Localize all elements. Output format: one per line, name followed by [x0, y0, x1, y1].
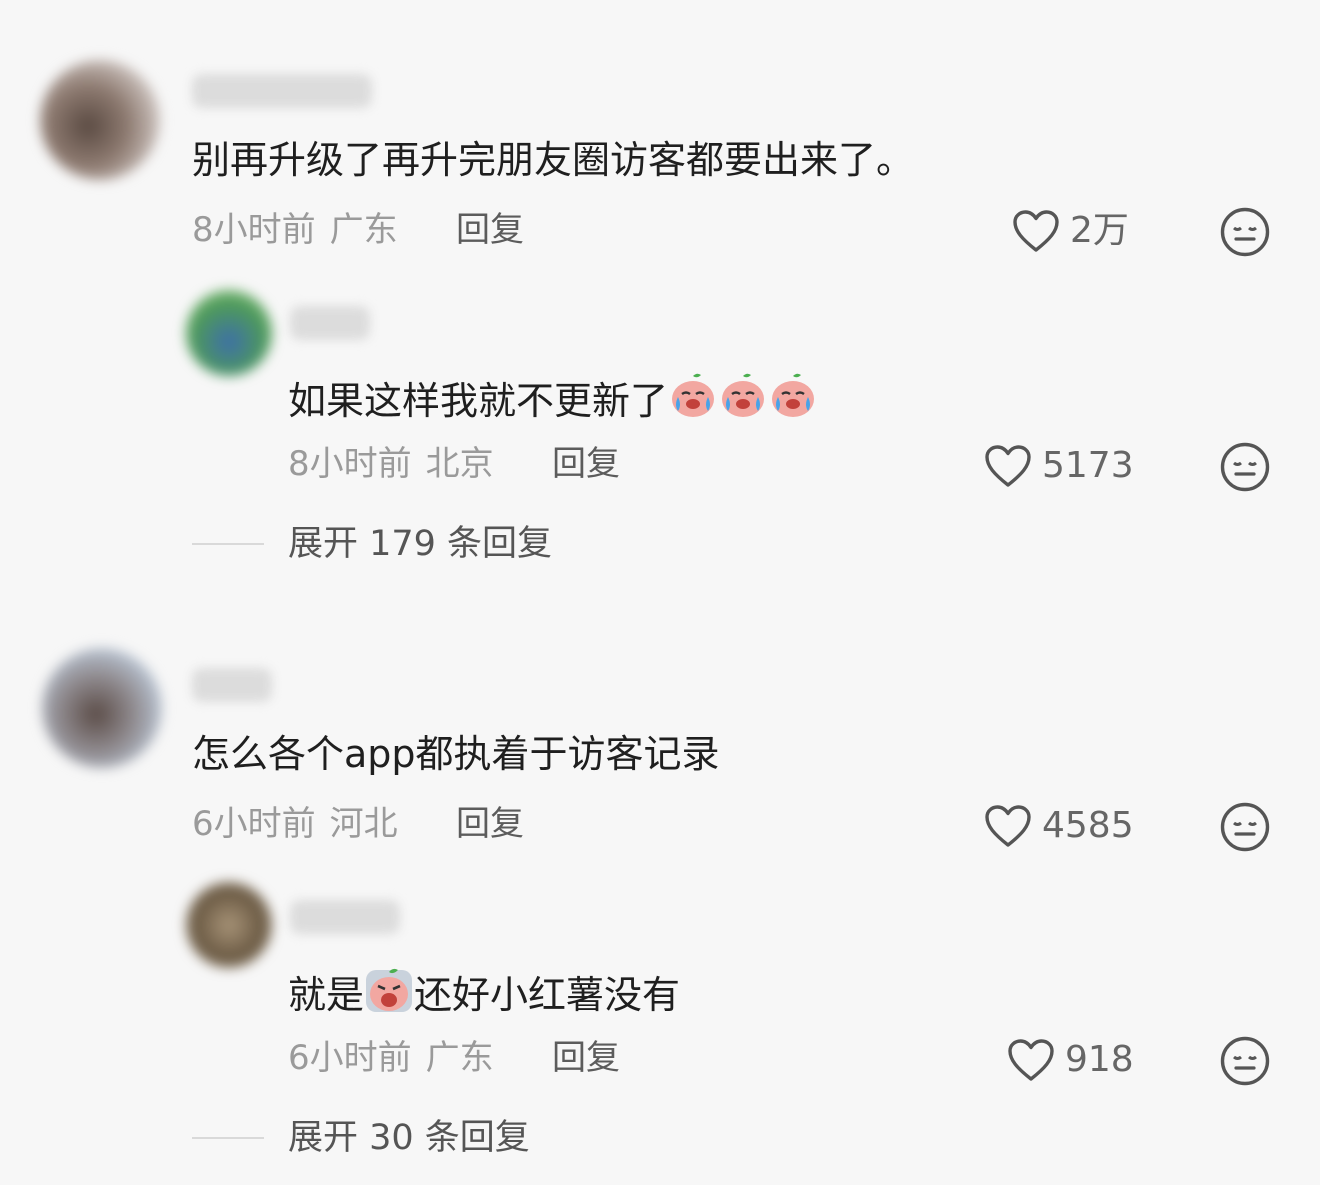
- username[interactable]: [192, 668, 272, 702]
- reply-text: 如果这样我就不更新了: [288, 370, 818, 425]
- comment-text: 怎么各个app都执着于访客记录: [192, 732, 720, 776]
- reply-text-after: 还好小红薯没有: [414, 973, 681, 1017]
- divider-line: [192, 1137, 264, 1139]
- reply-text-content: 如果这样我就不更新了: [288, 379, 669, 423]
- like-button[interactable]: 918: [1007, 1035, 1134, 1085]
- reply-meta: 8小时前 北京: [288, 444, 494, 484]
- reply-button[interactable]: 回复: [552, 444, 620, 484]
- reply-avatar[interactable]: [186, 290, 272, 376]
- heart-outline-icon: [1008, 1039, 1054, 1081]
- crying-potato-emoji: [722, 373, 765, 417]
- like-count: 4585: [1042, 805, 1134, 846]
- comment-location: 广东: [329, 210, 398, 250]
- avatar[interactable]: [40, 60, 160, 180]
- comment-meta: 8小时前 广东: [192, 210, 398, 250]
- crying-potato-emoji: [772, 373, 815, 417]
- like-count: 2万: [1070, 210, 1129, 251]
- reply-time: 8小时前: [288, 444, 412, 484]
- like-button[interactable]: 5173: [984, 441, 1134, 491]
- reply-location: 北京: [425, 444, 494, 484]
- comment-text: 别再升级了再升完朋友圈访客都要出来了。: [192, 138, 915, 182]
- username[interactable]: [192, 74, 372, 108]
- comment-time: 6小时前: [192, 804, 316, 844]
- reply-button[interactable]: 回复: [456, 804, 524, 844]
- expand-replies[interactable]: 展开 179 条回复: [192, 522, 552, 566]
- neutral-face-icon[interactable]: [1219, 441, 1271, 493]
- reply-button[interactable]: 回复: [456, 210, 524, 250]
- reply-location: 广东: [425, 1038, 494, 1078]
- reply-username[interactable]: [290, 900, 400, 934]
- expand-replies[interactable]: 展开 30 条回复: [192, 1116, 530, 1160]
- reply-time: 6小时前: [288, 1038, 412, 1078]
- wailing-potato-emoji: [366, 968, 413, 1012]
- avatar[interactable]: [42, 648, 162, 768]
- reply-text: 就是 还好小红薯没有: [288, 964, 680, 1019]
- neutral-face-icon[interactable]: [1219, 206, 1271, 258]
- reply-text-before: 就是: [288, 973, 365, 1017]
- like-count: 918: [1065, 1039, 1134, 1080]
- heart-outline-icon: [1013, 210, 1059, 252]
- neutral-face-icon[interactable]: [1219, 801, 1271, 853]
- comment-meta: 6小时前 河北: [192, 804, 398, 844]
- like-button[interactable]: 2万: [1012, 206, 1129, 256]
- reply-username[interactable]: [290, 306, 370, 340]
- expand-replies-label: 展开 179 条回复: [288, 524, 553, 564]
- divider-line: [192, 543, 264, 545]
- reply-button[interactable]: 回复: [552, 1038, 620, 1078]
- reply-avatar[interactable]: [186, 882, 272, 968]
- comment-location: 河北: [329, 804, 398, 844]
- like-button[interactable]: 4585: [984, 801, 1134, 851]
- neutral-face-icon[interactable]: [1219, 1035, 1271, 1087]
- heart-outline-icon: [985, 445, 1031, 487]
- heart-outline-icon: [985, 805, 1031, 847]
- comment-time: 8小时前: [192, 210, 316, 250]
- reply-meta: 6小时前 广东: [288, 1038, 494, 1078]
- expand-replies-label: 展开 30 条回复: [288, 1118, 530, 1158]
- like-count: 5173: [1042, 445, 1134, 486]
- crying-potato-emoji: [672, 373, 715, 417]
